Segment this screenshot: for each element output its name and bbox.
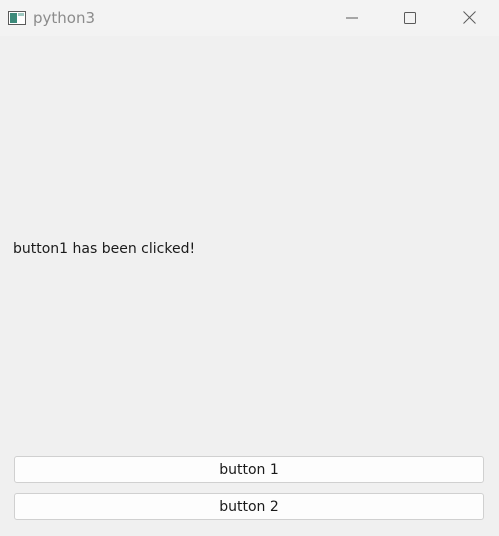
status-label: button1 has been clicked! xyxy=(13,241,196,257)
window-title: python3 xyxy=(33,9,96,27)
close-icon xyxy=(462,9,476,28)
button-2[interactable]: button 2 xyxy=(14,493,484,520)
window-content: button1 has been clicked! button 1 butto… xyxy=(0,36,499,536)
maximize-icon xyxy=(404,9,416,28)
maximize-button[interactable] xyxy=(387,0,433,36)
title-bar[interactable]: python3 xyxy=(0,0,499,36)
app-window: python3 button1 has been clicked! button… xyxy=(0,0,499,536)
button-1[interactable]: button 1 xyxy=(14,456,484,483)
close-button[interactable] xyxy=(446,0,492,36)
app-window-icon xyxy=(8,10,26,25)
minimize-button[interactable] xyxy=(329,0,375,36)
minimize-icon xyxy=(346,9,358,28)
